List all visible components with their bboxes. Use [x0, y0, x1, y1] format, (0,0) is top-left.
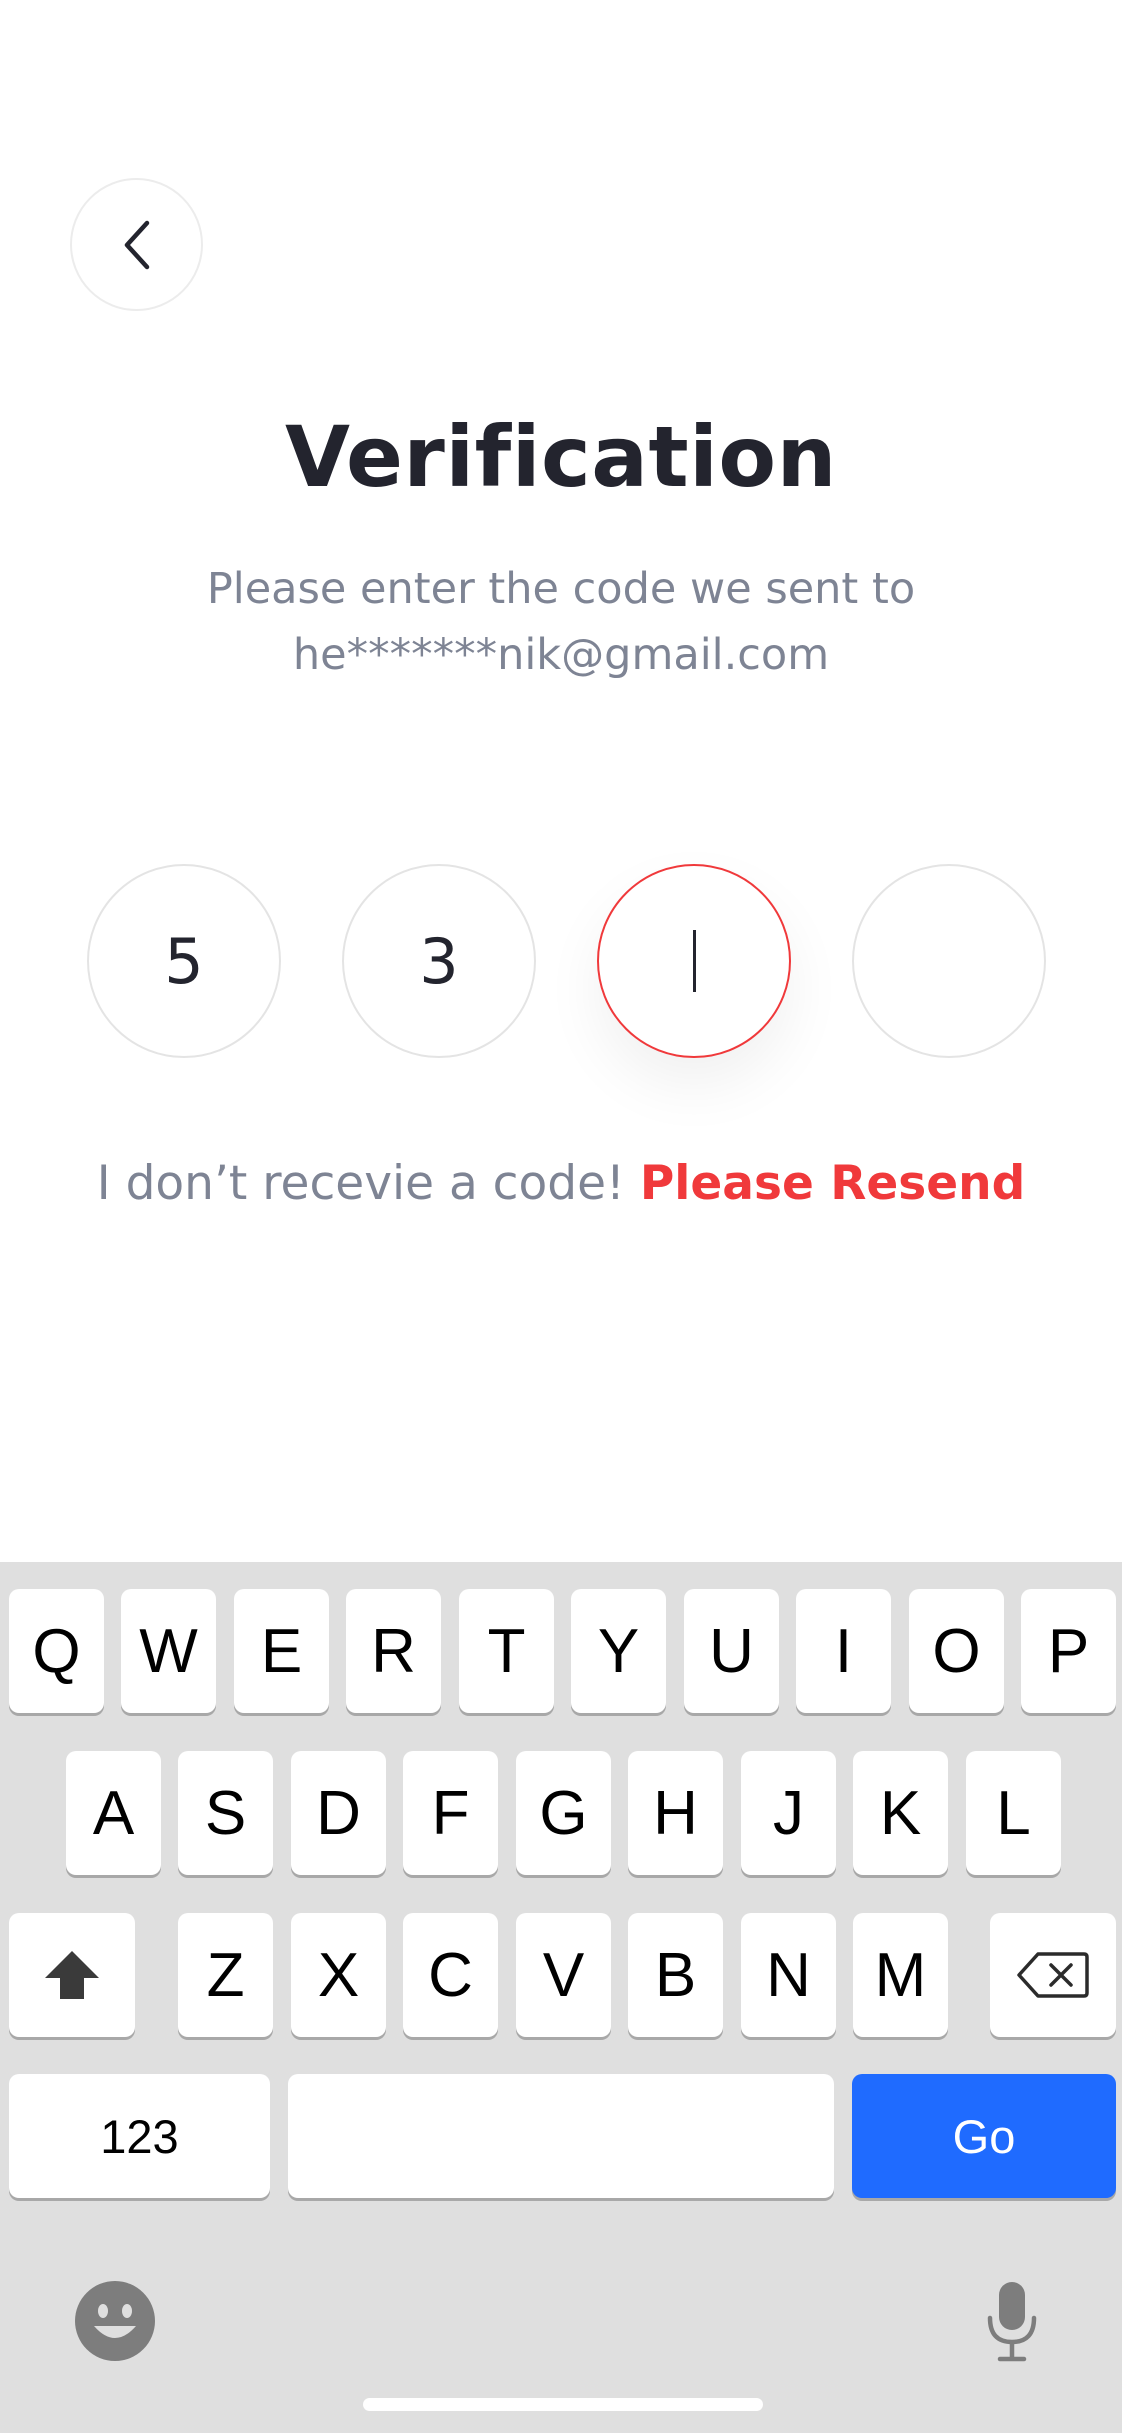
key-j[interactable]: J — [741, 1751, 836, 1875]
key-z[interactable]: Z — [178, 1913, 273, 2037]
key-a[interactable]: A — [66, 1751, 161, 1875]
key-c[interactable]: C — [403, 1913, 498, 2037]
backspace-icon — [1017, 1952, 1089, 1998]
microphone-icon — [987, 2282, 1037, 2362]
key-l[interactable]: L — [966, 1751, 1061, 1875]
code-digit-1-value: 5 — [164, 924, 204, 998]
masked-email: he*******nik@gmail.com — [292, 630, 830, 680]
instructions-text: Please enter the code we sent to he*****… — [0, 556, 1122, 688]
code-digit-2-value: 3 — [419, 924, 459, 998]
key-v[interactable]: V — [516, 1913, 611, 2037]
key-g[interactable]: G — [516, 1751, 611, 1875]
resend-row: I don’t recevie a code! Please Resend — [0, 1156, 1122, 1211]
key-d[interactable]: D — [291, 1751, 386, 1875]
shift-icon — [45, 1951, 99, 1999]
go-key[interactable]: Go — [852, 2074, 1116, 2198]
resend-prompt: I don’t recevie a code! — [96, 1156, 625, 1211]
emoji-button[interactable] — [73, 2279, 157, 2363]
key-p[interactable]: P — [1021, 1589, 1116, 1713]
key-b[interactable]: B — [628, 1913, 723, 2037]
key-n[interactable]: N — [741, 1913, 836, 2037]
key-u[interactable]: U — [684, 1589, 779, 1713]
key-r[interactable]: R — [346, 1589, 441, 1713]
key-i[interactable]: I — [796, 1589, 891, 1713]
backspace-key[interactable] — [990, 1913, 1116, 2037]
key-o[interactable]: O — [909, 1589, 1004, 1713]
resend-link[interactable]: Please Resend — [640, 1156, 1025, 1211]
key-y[interactable]: Y — [571, 1589, 666, 1713]
key-e[interactable]: E — [234, 1589, 329, 1713]
text-cursor — [692, 930, 696, 992]
numbers-key[interactable]: 123 — [9, 2074, 270, 2198]
back-button[interactable] — [70, 178, 203, 311]
space-key[interactable] — [288, 2074, 834, 2198]
chevron-left-icon — [124, 220, 149, 269]
instructions-line-1: Please enter the code we sent to — [206, 564, 916, 614]
key-t[interactable]: T — [459, 1589, 554, 1713]
on-screen-keyboard: Q W E R T Y U I O P A S D F G H J K L Z … — [0, 1562, 1122, 2433]
key-k[interactable]: K — [853, 1751, 948, 1875]
code-digit-1[interactable]: 5 — [87, 864, 281, 1058]
key-h[interactable]: H — [628, 1751, 723, 1875]
key-x[interactable]: X — [291, 1913, 386, 2037]
key-s[interactable]: S — [178, 1751, 273, 1875]
dictation-button[interactable] — [976, 2279, 1048, 2363]
emoji-icon — [75, 2281, 155, 2361]
shift-key[interactable] — [9, 1913, 135, 2037]
code-digit-3[interactable] — [597, 864, 791, 1058]
code-digit-4[interactable] — [852, 864, 1046, 1058]
key-f[interactable]: F — [403, 1751, 498, 1875]
key-w[interactable]: W — [121, 1589, 216, 1713]
key-m[interactable]: M — [853, 1913, 948, 2037]
home-indicator[interactable] — [363, 2398, 763, 2411]
code-digit-2[interactable]: 3 — [342, 864, 536, 1058]
key-q[interactable]: Q — [9, 1589, 104, 1713]
page-title: Verification — [285, 408, 837, 506]
